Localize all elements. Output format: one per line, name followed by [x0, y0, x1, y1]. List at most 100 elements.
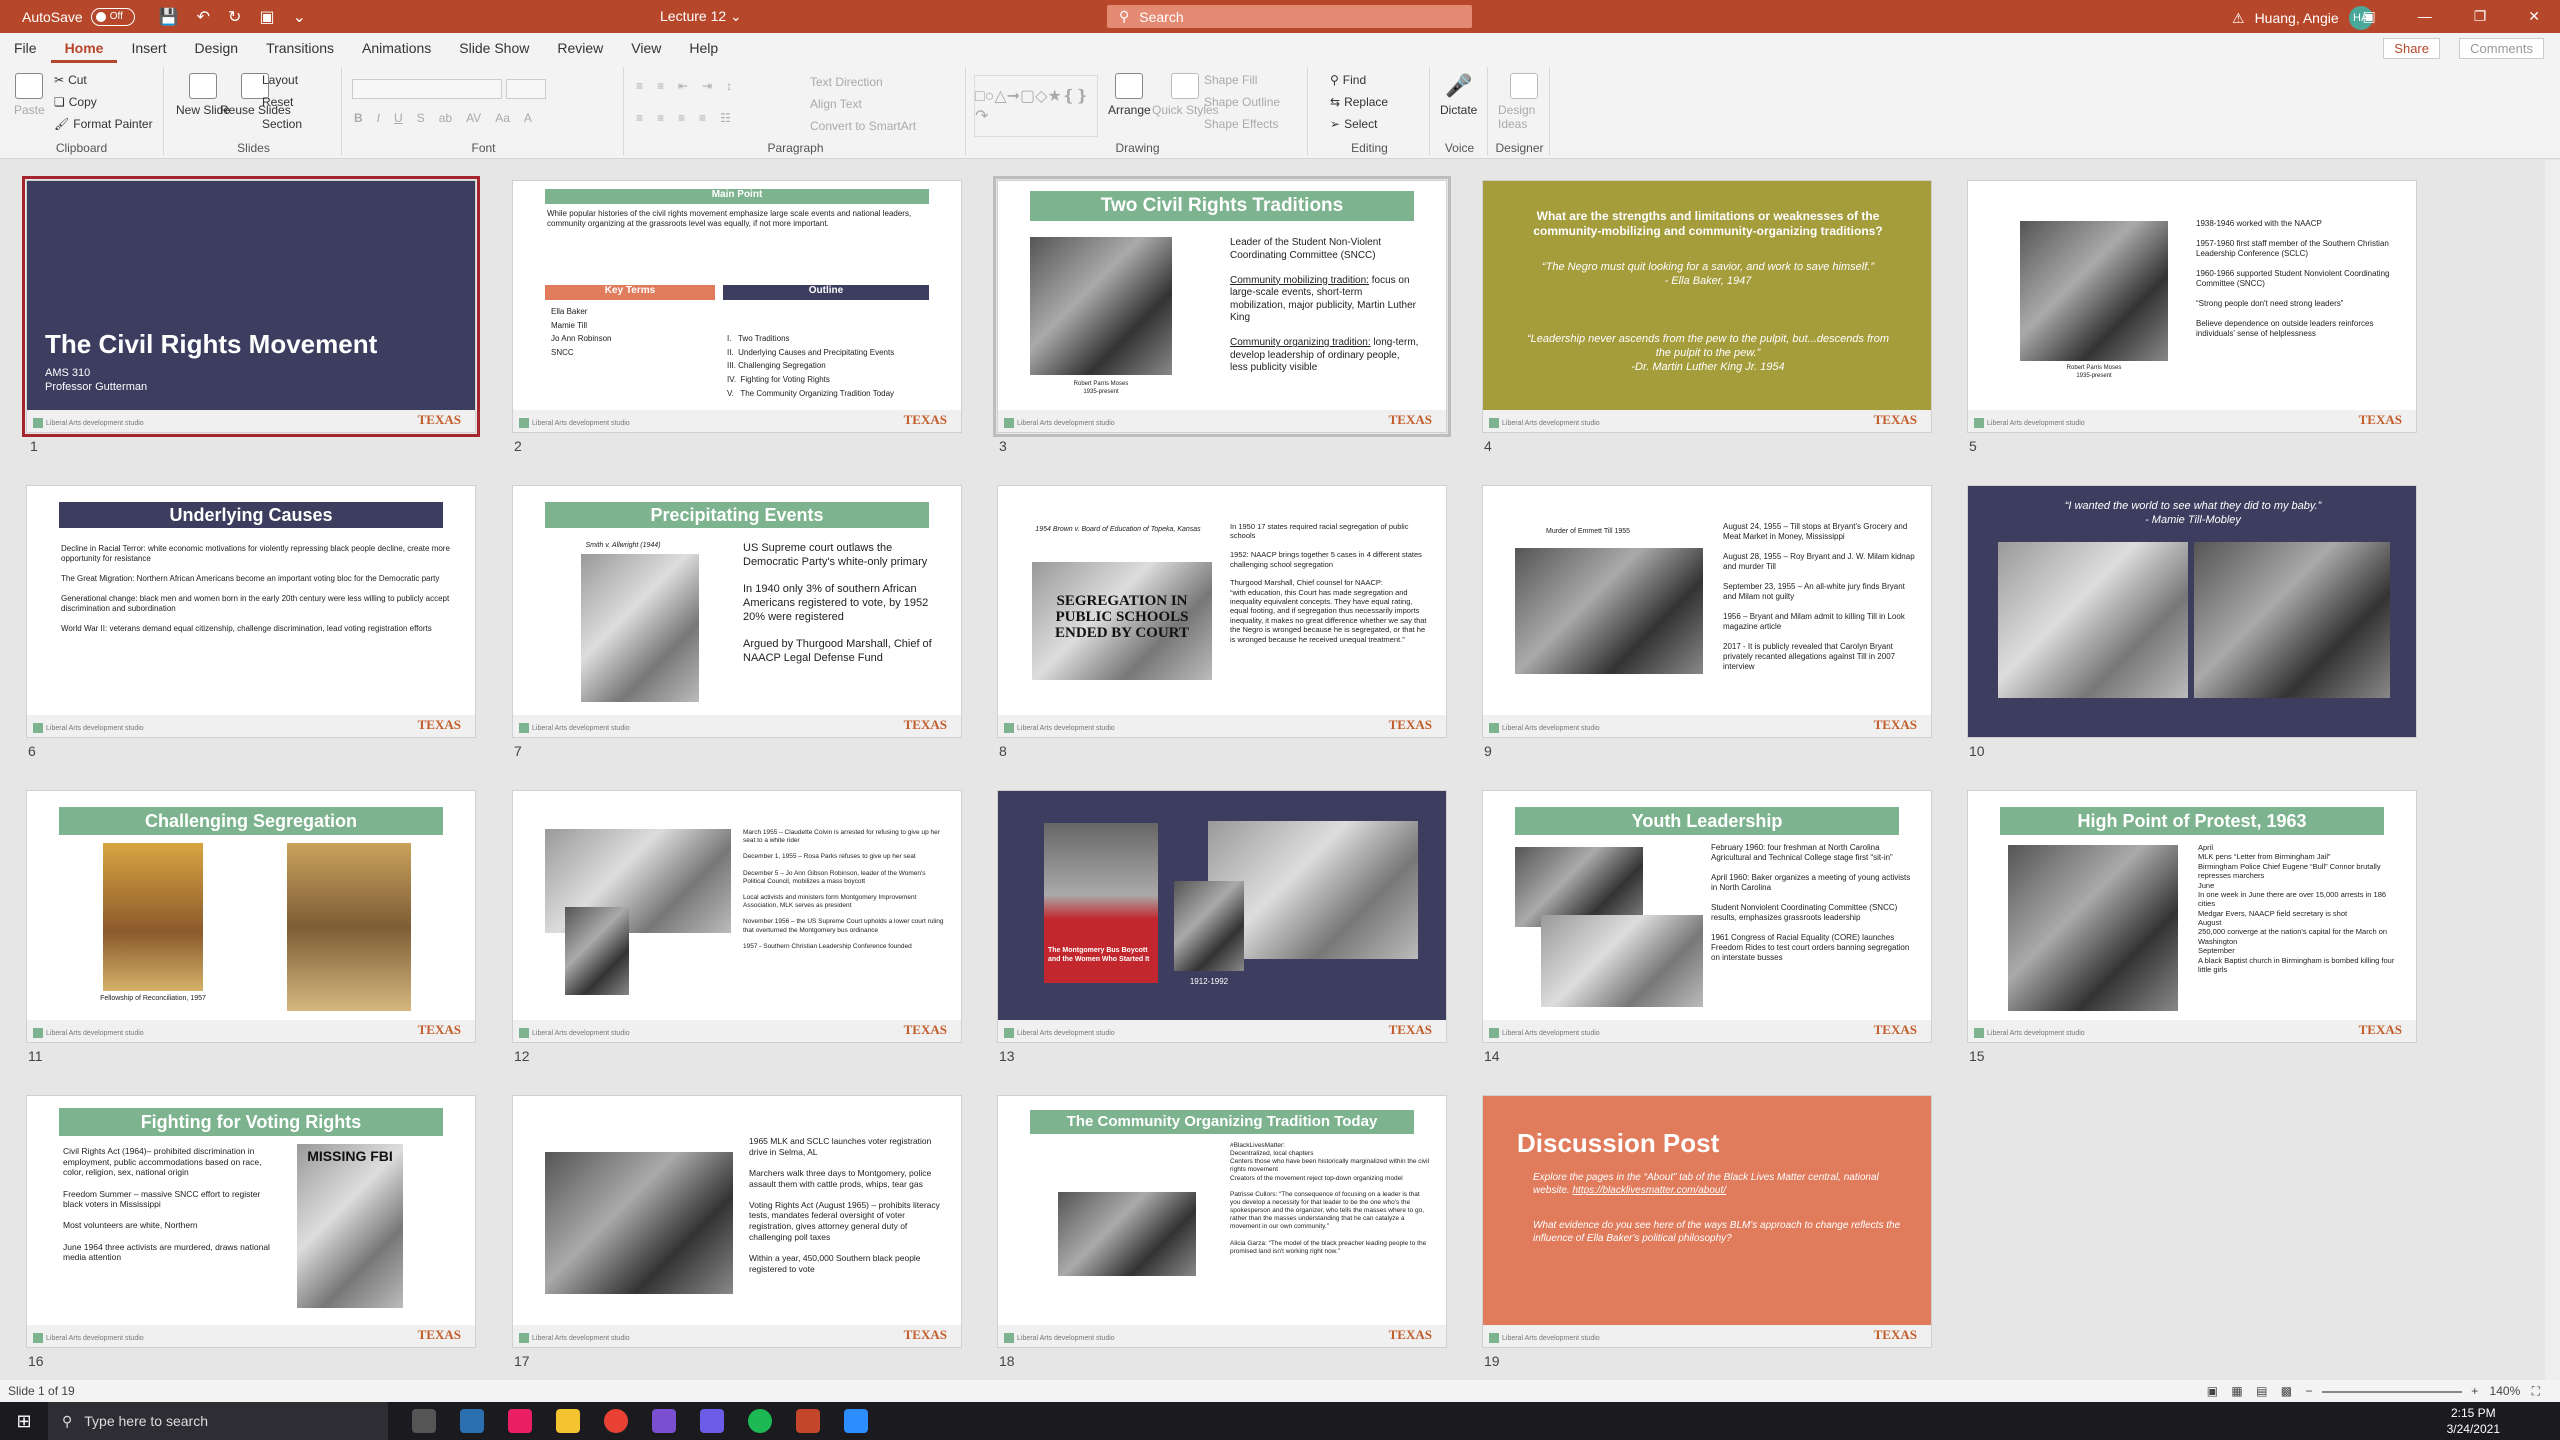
tab-view[interactable]: View [617, 33, 675, 63]
zoom-controls[interactable]: ▣ ▦ ▤ ▩ − + 140% ⛶ [2207, 1384, 2540, 1399]
slide-thumbnail-18[interactable]: The Community Organizing Tradition Today… [997, 1095, 1447, 1348]
close-icon[interactable]: ✕ [2528, 8, 2540, 25]
list-buttons[interactable]: ≡ ≡ ⇤ ⇥ ↕ [636, 79, 732, 93]
dictate-button[interactable]: 🎤 Dictate [1440, 73, 1477, 117]
zoom-app-icon[interactable] [844, 1409, 868, 1433]
format-painter-button[interactable]: 🖌 Format Painter [54, 117, 153, 131]
tab-home[interactable]: Home [50, 33, 118, 63]
slide-thumbnail-13[interactable]: The Montgomery Bus Boycott and the Women… [997, 790, 1447, 1043]
taskbar-search[interactable]: ⚲ Type here to search [48, 1402, 388, 1440]
minimize-icon[interactable]: — [2418, 8, 2432, 25]
align-buttons[interactable]: ≡ ≡ ≡ ≡ ☷ [636, 111, 731, 125]
find-button[interactable]: ⚲ Find [1330, 73, 1366, 87]
convert-smartart-button[interactable]: Convert to SmartArt [810, 119, 916, 133]
copy-button[interactable]: ❏ Copy [54, 95, 97, 109]
text-direction-button[interactable]: Text Direction [810, 75, 883, 89]
slide-thumbnail-10[interactable]: “I wanted the world to see what they did… [1967, 485, 2417, 738]
layout-button[interactable]: Layout [262, 73, 298, 87]
slide-thumbnail-3[interactable]: Two Civil Rights Traditions Robert Parri… [993, 176, 1451, 437]
shape-effects-button[interactable]: Shape Effects [1204, 117, 1279, 131]
slide-thumbnail-14[interactable]: Youth Leadership February 1960: four fre… [1482, 790, 1932, 1043]
maximize-icon[interactable]: ❐ [2474, 8, 2487, 25]
chrome-icon[interactable] [604, 1409, 628, 1433]
slideshow-icon[interactable]: ▣ [259, 7, 274, 27]
system-clock[interactable]: 2:15 PM 3/24/2021 [2447, 1405, 2500, 1437]
fit-slide-icon[interactable]: ⛶ [2532, 1384, 2540, 1398]
file-explorer-icon[interactable] [556, 1409, 580, 1433]
zoom-out-icon[interactable]: − [2305, 1384, 2312, 1398]
shapes-gallery[interactable]: □○△➞▢◇★❴❵↷ [974, 75, 1098, 137]
select-button[interactable]: ➢ Select [1330, 117, 1377, 131]
reset-button[interactable]: Reset [262, 95, 293, 109]
steam-icon[interactable] [460, 1409, 484, 1433]
task-view-icon[interactable] [412, 1409, 436, 1433]
slide-thumbnail-1[interactable]: The Civil Rights Movement AMS 310 Profes… [22, 176, 480, 437]
tab-slide-show[interactable]: Slide Show [445, 33, 543, 63]
undo-icon[interactable]: ↶ [197, 7, 210, 27]
section-button[interactable]: Section [262, 117, 302, 131]
design-ideas-button[interactable]: Design Ideas [1498, 73, 1549, 131]
normal-view-icon[interactable]: ▣ [2207, 1384, 2218, 1398]
font-format-buttons[interactable]: B I U Sab AV Aa A [354, 111, 532, 125]
key-terms-list: Ella Baker Mamie Till Jo Ann Robinson SNCC [551, 307, 612, 357]
autosave[interactable]: AutoSave Off [22, 7, 135, 26]
font-size-box[interactable] [506, 79, 546, 99]
autosave-toggle[interactable]: Off [90, 7, 135, 26]
slide-thumbnail-16[interactable]: Fighting for Voting Rights Civil Rights … [26, 1095, 476, 1348]
slide-thumbnail-4[interactable]: What are the strengths and limitations o… [1482, 180, 1932, 433]
slide-thumbnail-5[interactable]: Robert Parris Moses 1935-present 1938-194… [1967, 180, 2417, 433]
comments-button[interactable]: Comments [2459, 38, 2544, 59]
shape-fill-button[interactable]: Shape Fill [1204, 73, 1257, 87]
slide-number: 14 [1484, 1048, 1500, 1064]
customize-qat-icon[interactable]: ⌄ [293, 7, 306, 27]
tab-insert[interactable]: Insert [117, 33, 180, 63]
texas-logo: TEXAS [1388, 717, 1432, 732]
replace-button[interactable]: ⇆ Replace [1330, 95, 1388, 109]
tab-help[interactable]: Help [675, 33, 732, 63]
shape-outline-button[interactable]: Shape Outline [1204, 95, 1280, 109]
reading-view-icon[interactable]: ▤ [2256, 1384, 2267, 1398]
slide-thumbnail-7[interactable]: Precipitating Events Smith v. Allwright … [512, 485, 962, 738]
slide-sorter-icon[interactable]: ▦ [2231, 1384, 2242, 1398]
arrange-button[interactable]: Arrange [1108, 73, 1151, 117]
app-icon[interactable] [508, 1409, 532, 1433]
vertical-scrollbar[interactable] [2545, 160, 2560, 1380]
discussion-item-2: What evidence do you see here of the way… [1533, 1220, 1901, 1244]
slack-icon[interactable] [700, 1409, 724, 1433]
user-account[interactable]: ⚠ Huang, Angie HA [2232, 6, 2373, 30]
slide-thumbnail-9[interactable]: Murder of Emmett Till 1955 August 24, 19… [1482, 485, 1932, 738]
windows-start-icon[interactable]: ⊞ [0, 1402, 48, 1440]
slide-thumbnail-11[interactable]: Challenging Segregation Fellowship of Re… [26, 790, 476, 1043]
redo-icon[interactable]: ↻ [228, 7, 241, 27]
spotify-icon[interactable] [748, 1409, 772, 1433]
texas-logo: TEXAS [1873, 1327, 1917, 1342]
align-text-button[interactable]: Align Text [810, 97, 862, 111]
slide-thumbnail-6[interactable]: Underlying Causes Decline in Racial Terr… [26, 485, 476, 738]
slide-thumbnail-12[interactable]: March 1955 – Claudette Colvin is arreste… [512, 790, 962, 1043]
tab-review[interactable]: Review [543, 33, 617, 63]
slide-thumbnail-17[interactable]: 1965 MLK and SCLC launches voter registr… [512, 1095, 962, 1348]
font-name-box[interactable] [352, 79, 502, 99]
app-icon[interactable] [652, 1409, 676, 1433]
zoom-slider[interactable] [2321, 1390, 2462, 1393]
tab-file[interactable]: File [0, 33, 51, 63]
document-title[interactable]: Lecture 12 ⌄ [660, 8, 742, 25]
paste-button[interactable]: Paste [14, 73, 45, 117]
tab-design[interactable]: Design [180, 33, 252, 63]
cut-button[interactable]: ✂ Cut [54, 73, 87, 87]
zoom-in-icon[interactable]: + [2471, 1384, 2478, 1398]
share-button[interactable]: Share [2383, 38, 2440, 59]
tab-animations[interactable]: Animations [348, 33, 445, 63]
slide-thumbnail-19[interactable]: Discussion Post Explore the pages in the… [1482, 1095, 1932, 1348]
powerpoint-icon[interactable] [796, 1409, 820, 1433]
tab-transitions[interactable]: Transitions [252, 33, 348, 63]
ribbon-display-icon[interactable]: ▣ [2362, 8, 2375, 25]
search-box[interactable]: ⚲ Search [1107, 5, 1472, 28]
slide-thumbnail-2[interactable]: Main Point While popular histories of th… [512, 180, 962, 433]
slide-thumbnail-15[interactable]: High Point of Protest, 1963 April MLK pen… [1967, 790, 2417, 1043]
zoom-level[interactable]: 140% [2490, 1384, 2521, 1398]
slide-thumbnail-8[interactable]: 1954 Brown v. Board of Education of Tope… [997, 485, 1447, 738]
blm-link[interactable]: https://blacklivesmatter.com/about/ [1572, 1185, 1726, 1196]
save-icon[interactable]: 💾 [159, 7, 179, 27]
slideshow-view-icon[interactable]: ▩ [2281, 1384, 2292, 1398]
